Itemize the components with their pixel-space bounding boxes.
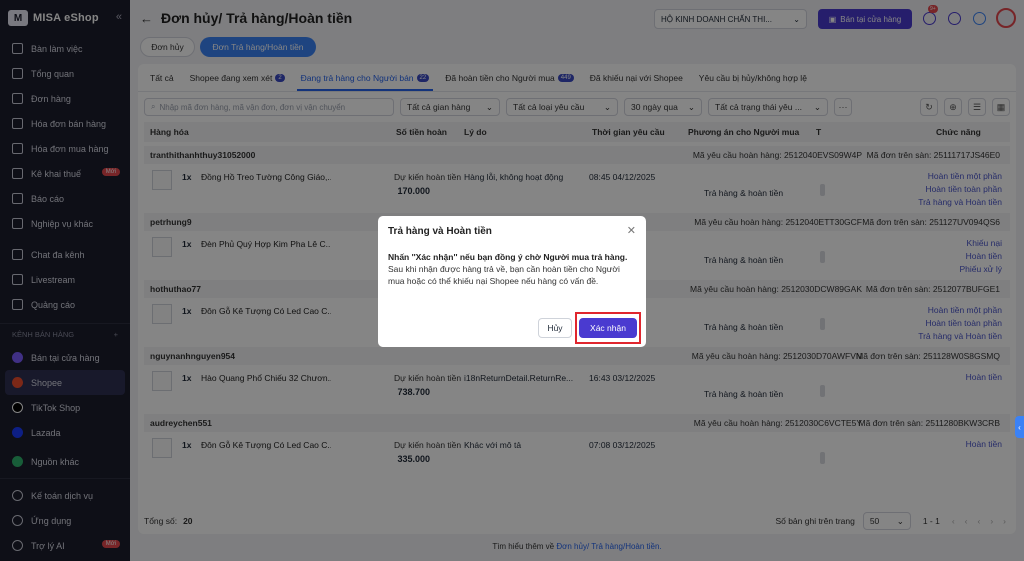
cancel-button[interactable]: Hủy <box>538 318 572 338</box>
side-expand-icon[interactable]: ‹ <box>1015 416 1024 438</box>
close-icon[interactable]: ✕ <box>627 224 636 237</box>
dialog-body: Sau khi nhận được hàng trả về, bạn cần h… <box>388 264 620 286</box>
confirm-button[interactable]: Xác nhận <box>579 318 637 338</box>
return-refund-dialog: Trả hàng và Hoàn tiền ✕ Nhấn ''Xác nhận'… <box>378 216 646 347</box>
dialog-instruction: Nhấn ''Xác nhận'' nếu bạn đồng ý chờ Ngư… <box>388 252 628 262</box>
dialog-title: Trả hàng và Hoàn tiền <box>388 226 492 237</box>
